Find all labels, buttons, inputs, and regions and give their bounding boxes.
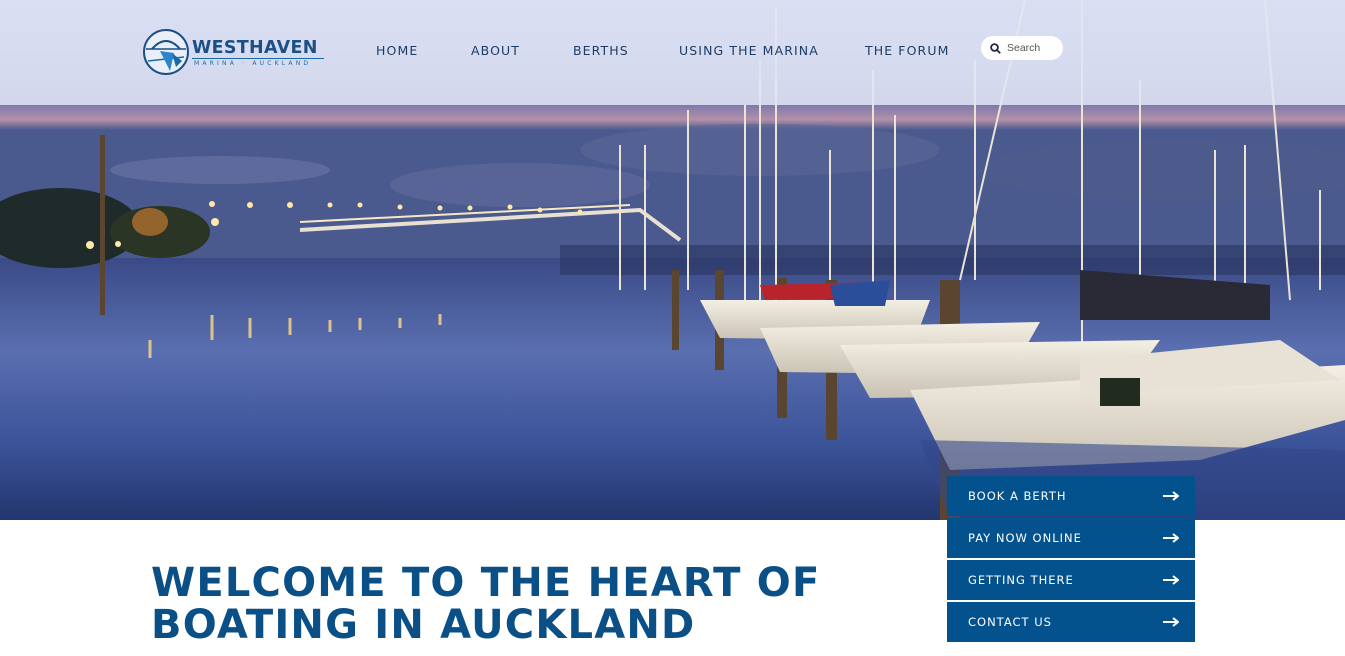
- getting-there-button[interactable]: GETTING THERE: [947, 560, 1195, 600]
- cta-label: GETTING THERE: [968, 573, 1074, 587]
- cta-label: PAY NOW ONLINE: [968, 531, 1082, 545]
- cta-label: BOOK A BERTH: [968, 489, 1067, 503]
- page-title-line-2: BOATING IN AUCKLAND: [151, 602, 696, 648]
- arrow-right-icon: [1163, 491, 1179, 501]
- site-header: WESTHAVEN MARINA · AUCKLAND HOME ABOUT B…: [0, 0, 1345, 105]
- nav-item-the-forum[interactable]: THE FORUM: [865, 43, 949, 58]
- search-input[interactable]: [1007, 42, 1063, 54]
- quick-links: BOOK A BERTH PAY NOW ONLINE GETTING THER…: [947, 476, 1195, 644]
- nav-item-home[interactable]: HOME: [376, 43, 418, 58]
- book-a-berth-button[interactable]: BOOK A BERTH: [947, 476, 1195, 516]
- search-box[interactable]: [981, 36, 1063, 60]
- nav-item-using-the-marina[interactable]: USING THE MARINA: [679, 43, 819, 58]
- nav-item-about[interactable]: ABOUT: [471, 43, 520, 58]
- arrow-right-icon: [1163, 617, 1179, 627]
- pay-now-online-button[interactable]: PAY NOW ONLINE: [947, 518, 1195, 558]
- arrow-right-icon: [1163, 533, 1179, 543]
- main-nav: HOME ABOUT BERTHS USING THE MARINA THE F…: [0, 0, 1345, 105]
- page-title-line-1: WELCOME TO THE HEART OF: [151, 560, 821, 606]
- nav-item-berths[interactable]: BERTHS: [573, 43, 629, 58]
- page-title: WELCOME TO THE HEART OF BOATING IN AUCKL…: [151, 562, 911, 646]
- contact-us-button[interactable]: CONTACT US: [947, 602, 1195, 642]
- search-icon[interactable]: [990, 42, 1001, 54]
- cta-label: CONTACT US: [968, 615, 1052, 629]
- arrow-right-icon: [1163, 575, 1179, 585]
